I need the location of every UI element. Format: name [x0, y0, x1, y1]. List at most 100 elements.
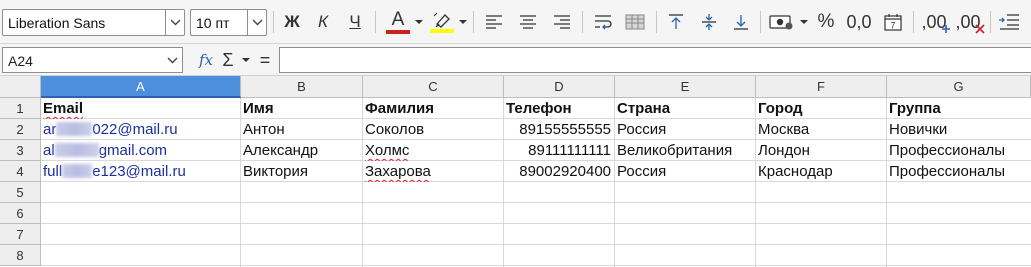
cell-c1[interactable]: Фамилия: [363, 98, 503, 119]
column-header-a[interactable]: A: [41, 76, 241, 98]
cell-g2[interactable]: Новички: [887, 119, 1031, 140]
row-header-6[interactable]: 6: [0, 203, 41, 224]
align-top-button[interactable]: [664, 8, 688, 36]
cell-a3[interactable]: al gmail.com: [41, 140, 240, 161]
toolbar-separator: [273, 11, 274, 33]
surname-text: Захарова: [365, 163, 431, 180]
align-middle-button[interactable]: [697, 8, 721, 36]
cell-b2[interactable]: Антон: [241, 119, 362, 140]
cell-d4[interactable]: 89002920400: [504, 161, 614, 182]
select-all-corner[interactable]: [0, 76, 41, 98]
sum-dropdown[interactable]: [240, 48, 252, 72]
cell-f4[interactable]: Краснодар: [756, 161, 886, 182]
currency-format-button[interactable]: [767, 8, 797, 36]
toolbar-separator: [375, 11, 376, 33]
cell-g3[interactable]: Профессионалы: [887, 140, 1031, 161]
align-top-icon: [669, 14, 683, 29]
cell-b4[interactable]: Виктория: [241, 161, 362, 182]
cell-g4[interactable]: Профессионалы: [887, 161, 1031, 182]
cell-b1[interactable]: Имя: [241, 98, 362, 119]
add-decimal-button[interactable]: ,00: [919, 8, 950, 36]
align-center-button[interactable]: [516, 8, 540, 36]
chevron-down-icon[interactable]: [163, 48, 182, 72]
row-header-1[interactable]: 1: [0, 98, 41, 119]
cell-f1[interactable]: Город: [756, 98, 886, 119]
font-color-dropdown[interactable]: [413, 8, 425, 36]
toolbar-separator: [656, 11, 657, 33]
bold-button[interactable]: Ж: [280, 8, 304, 36]
email-suffix: gmail.com: [98, 142, 168, 159]
date-format-button[interactable]: 7: [880, 8, 906, 36]
currency-format-dropdown[interactable]: [798, 8, 810, 36]
align-bottom-button[interactable]: [729, 8, 753, 36]
font-color-button[interactable]: A: [384, 8, 412, 36]
cell-d2[interactable]: 89155555555: [504, 119, 614, 140]
highlight-color-dropdown[interactable]: [457, 8, 469, 36]
toolbar-separator: [990, 11, 991, 33]
row-header-7[interactable]: 7: [0, 224, 41, 245]
highlighter-icon: [433, 12, 450, 28]
function-wizard-label: fx: [198, 51, 213, 69]
formula-input[interactable]: [279, 47, 1031, 73]
underline-button[interactable]: Ч: [342, 8, 368, 36]
column-header-c[interactable]: C: [363, 76, 504, 98]
cell-a2[interactable]: ar 022@mail.ru: [41, 119, 240, 140]
toolbar-separator: [913, 11, 914, 33]
cell-e1[interactable]: Страна: [615, 98, 755, 119]
wrap-text-button[interactable]: [590, 8, 616, 36]
column-header-d[interactable]: D: [504, 76, 615, 98]
underline-label: Ч: [349, 12, 361, 31]
row-header-3[interactable]: 3: [0, 140, 41, 161]
cell-c3[interactable]: Холмс: [363, 140, 503, 161]
percent-label: %: [817, 11, 835, 32]
italic-label: К: [317, 12, 329, 31]
money-icon: [769, 15, 793, 30]
font-name-box[interactable]: Liberation Sans: [2, 9, 185, 36]
cell-g1[interactable]: Группа: [887, 98, 1031, 119]
name-box[interactable]: A24: [2, 47, 183, 73]
remove-decimal-button[interactable]: ,00: [953, 8, 985, 36]
percent-format-button[interactable]: %: [814, 8, 838, 36]
row-header-8[interactable]: 8: [0, 245, 41, 266]
cell-d1[interactable]: Телефон: [504, 98, 614, 119]
highlight-color-button[interactable]: [428, 8, 456, 36]
cell-f2[interactable]: Москва: [756, 119, 886, 140]
cell-reference: A24: [8, 53, 33, 69]
cell-d3[interactable]: 89111111111: [504, 140, 614, 161]
function-wizard-button[interactable]: fx: [195, 48, 217, 72]
cell-e4[interactable]: Россия: [615, 161, 755, 182]
column-header-e[interactable]: E: [615, 76, 756, 98]
font-size-box[interactable]: 10 пт: [190, 9, 267, 36]
row-header-5[interactable]: 5: [0, 182, 41, 203]
chevron-down-icon[interactable]: [165, 10, 184, 35]
email-suffix: 022@mail.ru: [92, 121, 178, 138]
cell-e3[interactable]: Великобритания: [615, 140, 755, 161]
cell-e2[interactable]: Россия: [615, 119, 755, 140]
cell-c4[interactable]: Захарова: [363, 161, 503, 182]
cell-a1[interactable]: Email: [41, 98, 240, 119]
column-header-b[interactable]: B: [241, 76, 363, 98]
row-header-2[interactable]: 2: [0, 119, 41, 140]
formula-button[interactable]: =: [256, 48, 274, 72]
column-header-f[interactable]: F: [756, 76, 887, 98]
align-left-button[interactable]: [482, 8, 506, 36]
row-header-4[interactable]: 4: [0, 161, 41, 182]
sum-button[interactable]: Σ: [219, 48, 237, 72]
align-right-icon: [554, 15, 570, 29]
sum-label: Σ: [222, 49, 234, 70]
cell-b3[interactable]: Александр: [241, 140, 362, 161]
number-format-button[interactable]: 0,0: [845, 8, 873, 36]
cell-c2[interactable]: Соколов: [363, 119, 503, 140]
header-email: Email: [43, 100, 84, 117]
plus-icon: [942, 25, 950, 33]
indent-button[interactable]: [995, 8, 1023, 36]
cell-f3[interactable]: Лондон: [756, 140, 886, 161]
redacted-blur: [54, 143, 99, 157]
column-header-g[interactable]: G: [887, 76, 1031, 98]
align-right-button[interactable]: [550, 8, 574, 36]
merge-cells-button[interactable]: [622, 8, 648, 36]
italic-button[interactable]: К: [311, 8, 335, 36]
email-prefix: ar: [43, 121, 57, 138]
chevron-down-icon[interactable]: [247, 10, 266, 35]
cell-a4[interactable]: full e123@mail.ru: [41, 161, 240, 182]
